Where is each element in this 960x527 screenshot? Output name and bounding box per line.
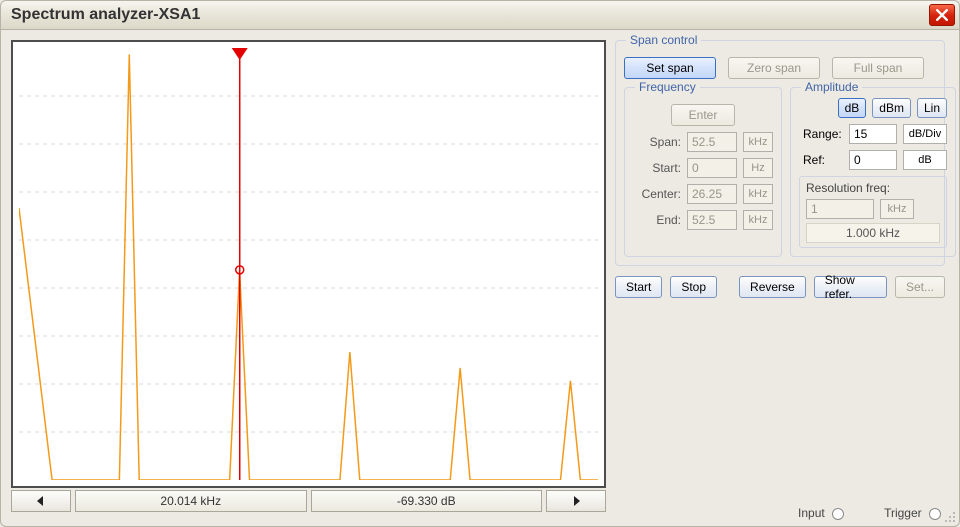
resolution-value: 1.000 kHz [806,223,940,243]
window-body: 20.014 kHz -69.330 dB Span control Set s… [0,30,960,527]
close-icon [936,9,948,21]
stop-button[interactable]: Stop [670,276,717,298]
window-close-button[interactable] [929,4,955,26]
control-panel: Span control Set span Zero span Full spa… [615,40,945,298]
set-span-button[interactable]: Set span [624,57,716,79]
center-label: Center: [633,187,681,201]
trigger-radio-label[interactable]: Trigger [884,506,941,520]
trigger-radio-icon [929,508,941,520]
end-input[interactable] [687,210,737,230]
amp-lin-button[interactable]: Lin [917,98,947,118]
spectrum-plot[interactable] [11,40,606,488]
frequency-enter-button[interactable]: Enter [671,104,735,126]
spectrum-plot-svg [19,48,598,480]
span-label: Span: [633,135,681,149]
window-title: Spectrum analyzer-XSA1 [11,6,200,24]
cursor-frequency-readout: 20.014 kHz [75,490,307,512]
span-input[interactable] [687,132,737,152]
scroll-left-button[interactable] [11,490,71,512]
resolution-group: Resolution freq: kHz 1.000 kHz [799,176,947,248]
range-input[interactable] [849,124,897,144]
range-unit: dB/Div [903,124,947,144]
start-label: Start: [633,161,681,175]
chart-area: 20.014 kHz -69.330 dB [11,40,606,512]
frequency-group: Frequency Enter Span: kHz Start: Hz Cent… [624,87,782,257]
show-refer-button[interactable]: Show refer. [814,276,887,298]
footer: Input Trigger [798,506,941,520]
scroll-right-button[interactable] [546,490,606,512]
input-radio-icon [832,508,844,520]
input-radio-label[interactable]: Input [798,506,844,520]
ref-label: Ref: [799,150,843,170]
start-button[interactable]: Start [615,276,662,298]
end-label: End: [633,213,681,227]
resize-grip[interactable] [943,510,957,524]
amp-dbm-button[interactable]: dBm [872,98,911,118]
resolution-label: Resolution freq: [806,181,940,195]
span-control-group: Span control Set span Zero span Full spa… [615,40,945,266]
span-control-legend: Span control [626,33,701,47]
ref-unit: dB [903,150,947,170]
amplitude-legend: Amplitude [801,80,862,94]
span-unit: kHz [743,132,773,152]
amp-db-button[interactable]: dB [838,98,867,118]
reverse-button[interactable]: Reverse [739,276,806,298]
arrow-right-icon [570,496,582,506]
resolution-unit: kHz [880,199,914,219]
range-label: Range: [799,124,843,144]
resize-grip-icon [943,510,957,524]
set-button[interactable]: Set... [895,276,945,298]
action-row: Start Stop Reverse Show refer. Set... [615,276,945,298]
start-input[interactable] [687,158,737,178]
zero-span-button[interactable]: Zero span [728,57,820,79]
center-input[interactable] [687,184,737,204]
end-unit: kHz [743,210,773,230]
amplitude-group: Amplitude dB dBm Lin Range: dB/Div Ref: [790,87,956,257]
ref-input[interactable] [849,150,897,170]
readout-bar: 20.014 kHz -69.330 dB [11,490,606,512]
title-bar: Spectrum analyzer-XSA1 [0,0,960,30]
center-unit: kHz [743,184,773,204]
frequency-legend: Frequency [635,80,700,94]
cursor-amplitude-readout: -69.330 dB [311,490,543,512]
full-span-button[interactable]: Full span [832,57,924,79]
start-unit: Hz [743,158,773,178]
resolution-input[interactable] [806,199,874,219]
arrow-left-icon [35,496,47,506]
